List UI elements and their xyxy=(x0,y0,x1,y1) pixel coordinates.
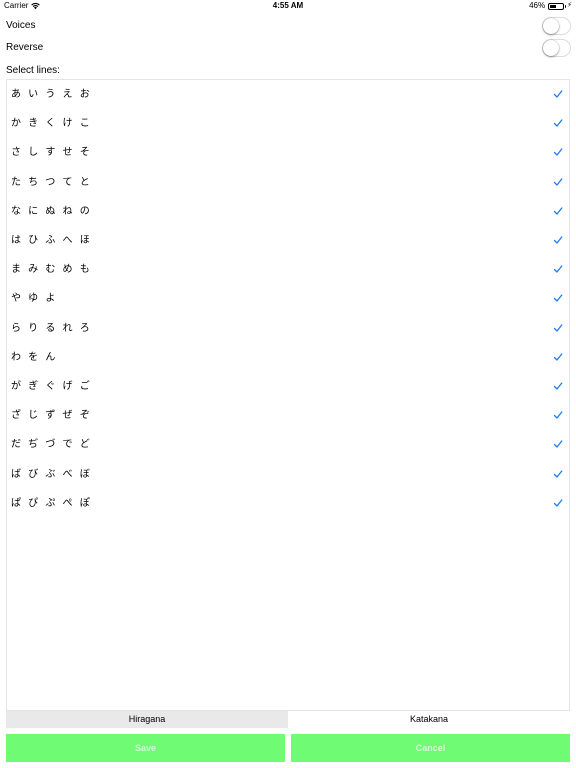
checkmark-icon xyxy=(553,177,563,186)
list-item-label: た ち つ て と xyxy=(11,176,92,188)
list-item-label: あ い う え お xyxy=(11,89,92,100)
battery-percent: 46% xyxy=(529,1,546,10)
list-item[interactable]: わ を ん xyxy=(7,343,569,372)
list-item[interactable]: や ゆ よ xyxy=(7,284,569,313)
list-item[interactable]: ら り る れ ろ xyxy=(7,314,569,343)
voices-row: Voices xyxy=(0,15,576,37)
list-item[interactable]: あ い う え お xyxy=(7,80,569,109)
checkmark-icon xyxy=(553,207,563,215)
battery-icon xyxy=(548,2,567,10)
list-item[interactable]: ま み む め も xyxy=(7,255,569,284)
list-item-label: ま み む め も xyxy=(11,264,92,276)
checkmark-icon xyxy=(553,90,563,98)
checkmark-icon xyxy=(553,411,563,419)
voices-label: Voices xyxy=(6,20,36,31)
list-item-label: ざ じ ず ぜ ぞ xyxy=(11,410,92,422)
checkmark-icon xyxy=(553,294,563,303)
checkmark-icon xyxy=(553,236,563,244)
list-item-label: な に ぬ ね の xyxy=(11,205,92,217)
list-item[interactable]: さ し す せ そ xyxy=(7,138,569,167)
select-lines-label: Select lines: xyxy=(6,65,60,76)
carrier-label: Carrier xyxy=(4,1,29,10)
charging-bolt-icon: ⚡ xyxy=(567,2,572,9)
list-item-label: ぱ ぴ ぷ ぺ ぽ xyxy=(11,497,92,509)
checkmark-icon xyxy=(553,323,563,332)
cancel-button[interactable]: Cancel xyxy=(291,734,570,762)
segment-hiragana[interactable]: Hiragana xyxy=(6,711,288,728)
checkmark-icon xyxy=(553,469,563,478)
list-item-label: か き く け こ xyxy=(11,118,92,130)
list-item[interactable]: か き く け こ xyxy=(7,109,569,138)
checkmark-icon xyxy=(553,265,563,273)
checkmark-icon xyxy=(553,440,563,449)
status-time: 4:55 AM xyxy=(272,1,304,10)
reverse-toggle[interactable] xyxy=(542,39,571,57)
list-item[interactable]: な に ぬ ね の xyxy=(7,197,569,226)
status-left: Carrier xyxy=(4,0,41,12)
list-item-label: が ぎ ぐ げ ご xyxy=(11,381,92,392)
battery-tip xyxy=(564,5,567,8)
list-item-label: だ ぢ づ で ど xyxy=(11,439,92,451)
kana-segmented-control: Hiragana Katakana xyxy=(6,711,570,728)
list-item-label: ば び ぶ べ ぼ xyxy=(11,468,92,480)
voices-toggle-knob xyxy=(543,18,559,34)
reverse-label: Reverse xyxy=(6,42,44,53)
list-item[interactable]: ば び ぶ べ ぼ xyxy=(7,460,569,489)
status-bar: Carrier 4:55 AM 46% ⚡ xyxy=(0,0,576,12)
list-item[interactable]: ぱ ぴ ぷ ぺ ぽ xyxy=(7,489,569,518)
list-item-label: わ を ん xyxy=(11,351,58,363)
list-item[interactable]: は ひ ふ へ ほ xyxy=(7,226,569,255)
checkmark-icon xyxy=(553,353,563,361)
status-right: 46% ⚡ xyxy=(529,0,572,12)
checkmark-icon xyxy=(553,148,563,157)
list-item-label: や ゆ よ xyxy=(11,293,58,305)
list-item[interactable]: が ぎ ぐ げ ご xyxy=(7,372,569,401)
voices-toggle[interactable] xyxy=(542,17,571,35)
checkmark-icon xyxy=(553,382,563,390)
lines-list[interactable]: あ い う え おか き く け こさ し す せ そた ち つ て とな に … xyxy=(6,79,570,711)
list-item[interactable]: だ ぢ づ で ど xyxy=(7,430,569,459)
reverse-row: Reverse xyxy=(0,37,576,59)
reverse-toggle-knob xyxy=(543,40,559,56)
list-item-label: ら り る れ ろ xyxy=(11,322,92,334)
wifi-icon xyxy=(31,2,41,10)
segment-katakana[interactable]: Katakana xyxy=(288,711,570,728)
checkmark-icon xyxy=(553,119,563,127)
list-item[interactable]: ざ じ ず ぜ ぞ xyxy=(7,401,569,430)
battery-fill xyxy=(550,4,556,8)
save-button[interactable]: Save xyxy=(6,734,285,762)
list-item-label: は ひ ふ へ ほ xyxy=(11,235,92,246)
list-item-label: さ し す せ そ xyxy=(11,147,92,159)
list-item[interactable]: た ち つ て と xyxy=(7,168,569,197)
checkmark-icon xyxy=(553,499,563,507)
